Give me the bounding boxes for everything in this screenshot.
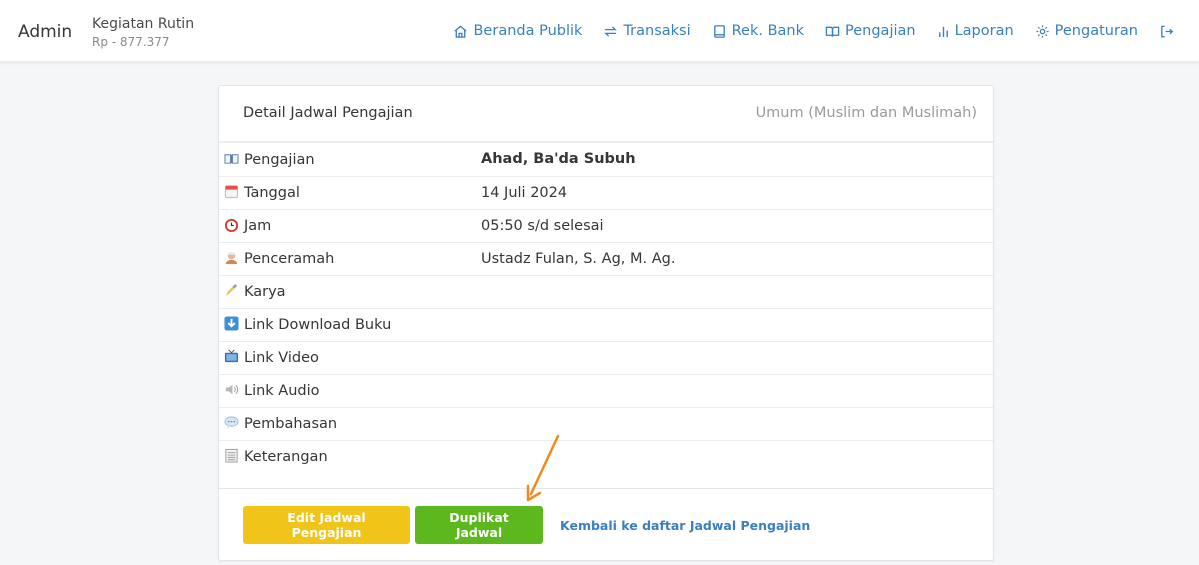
row-label: Tanggal xyxy=(244,185,300,201)
logout-button[interactable] xyxy=(1159,24,1179,39)
nav-pengaturan[interactable]: Pengaturan xyxy=(1035,23,1138,39)
repeat-icon xyxy=(604,25,618,37)
table-row: Penceramah Ustadz Fulan, S. Ag, M. Ag. xyxy=(219,242,993,275)
notepad-emoji-icon xyxy=(224,448,239,463)
row-label: Pengajian xyxy=(244,151,315,168)
row-value xyxy=(481,341,993,374)
nav-pengajian[interactable]: Pengajian xyxy=(825,23,916,39)
person-emoji-icon xyxy=(224,250,239,265)
top-navbar: Admin Kegiatan Rutin Rp - 877.377 Berand… xyxy=(0,0,1199,62)
nav-rek-bank-label: Rek. Bank xyxy=(731,23,805,39)
organization-info: Kegiatan Rutin Rp - 877.377 xyxy=(92,16,194,49)
row-value xyxy=(481,308,993,341)
row-label: Jam xyxy=(244,218,272,234)
table-row: Pengajian Ahad, Ba'da Subuh xyxy=(219,143,993,176)
edit-jadwal-button[interactable]: Edit Jadwal Pengajian xyxy=(243,506,410,544)
row-label: Keterangan xyxy=(244,449,328,466)
speaker-emoji-icon xyxy=(224,382,239,397)
home-icon xyxy=(454,24,468,38)
nav-beranda-publik-label: Beranda Publik xyxy=(473,23,583,39)
nav-pengaturan-label: Pengaturan xyxy=(1054,23,1138,39)
back-to-list-link[interactable]: Kembali ke daftar Jadwal Pengajian xyxy=(560,518,810,533)
annotation-arrow-icon xyxy=(526,434,560,502)
row-label: Penceramah xyxy=(244,251,335,267)
row-label: Link Download Buku xyxy=(244,317,392,333)
nav-laporan[interactable]: Laporan xyxy=(937,23,1014,39)
calendar-emoji-icon xyxy=(224,184,239,199)
gear-icon xyxy=(1036,24,1049,38)
row-label: Link Audio xyxy=(244,383,320,399)
row-value: Ustadz Fulan, S. Ag, M. Ag. xyxy=(481,250,676,267)
nav-rek-bank[interactable]: Rek. Bank xyxy=(712,23,804,39)
nav-transaksi[interactable]: Transaksi xyxy=(603,23,691,39)
organization-balance: Rp - 877.377 xyxy=(92,35,170,49)
card-title: Detail Jadwal Pengajian xyxy=(243,105,413,121)
nav-pengajian-label: Pengajian xyxy=(845,23,916,39)
duplikat-jadwal-button[interactable]: Duplikat Jadwal xyxy=(415,506,543,544)
table-row: Link Audio xyxy=(219,374,993,407)
detail-table: Pengajian Ahad, Ba'da Subuh Tanggal 14 J… xyxy=(219,143,993,473)
row-value: 14 Juli 2024 xyxy=(481,184,568,201)
main-nav: Beranda Publik Transaksi Rek. Bank Penga… xyxy=(432,0,1179,62)
detail-jadwal-card: Detail Jadwal Pengajian Umum (Muslim dan… xyxy=(218,85,994,561)
speech-bubble-emoji-icon xyxy=(224,415,239,430)
open-book-icon xyxy=(825,26,840,37)
detail-rows: Pengajian Ahad, Ba'da Subuh Tanggal 14 J… xyxy=(219,143,993,489)
table-row: Karya xyxy=(219,275,993,308)
table-row: Link Download Buku xyxy=(219,308,993,341)
table-row: Pembahasan xyxy=(219,407,993,440)
logout-icon xyxy=(1161,25,1174,37)
open-book-emoji-icon xyxy=(224,151,239,166)
card-actions: Edit Jadwal Pengajian Duplikat Jadwal Ke… xyxy=(243,506,810,544)
table-row: Keterangan xyxy=(219,440,993,473)
brand-admin[interactable]: Admin xyxy=(18,22,72,42)
row-value: 05:50 s/d selesai xyxy=(481,217,604,234)
row-value xyxy=(481,275,993,308)
row-label: Link Video xyxy=(244,350,319,366)
card-header: Detail Jadwal Pengajian Umum (Muslim dan… xyxy=(219,86,993,143)
book-icon xyxy=(713,24,725,38)
card-category: Umum (Muslim dan Muslimah) xyxy=(755,105,977,121)
row-value xyxy=(481,374,993,407)
bar-chart-icon xyxy=(938,26,948,37)
television-emoji-icon xyxy=(224,349,239,364)
table-row: Link Video xyxy=(219,341,993,374)
table-row: Tanggal 14 Juli 2024 xyxy=(219,176,993,209)
row-label: Karya xyxy=(244,284,286,300)
nav-beranda-publik[interactable]: Beranda Publik xyxy=(453,23,582,39)
alarm-clock-emoji-icon xyxy=(224,217,239,232)
nav-laporan-label: Laporan xyxy=(954,23,1014,39)
row-label: Pembahasan xyxy=(244,416,338,432)
organization-name: Kegiatan Rutin xyxy=(92,16,195,32)
row-value: Ahad, Ba'da Subuh xyxy=(481,151,636,168)
table-row: Jam 05:50 s/d selesai xyxy=(219,209,993,242)
writing-hand-emoji-icon xyxy=(224,283,239,298)
nav-transaksi-label: Transaksi xyxy=(623,23,691,39)
down-arrow-emoji-icon xyxy=(224,316,239,331)
